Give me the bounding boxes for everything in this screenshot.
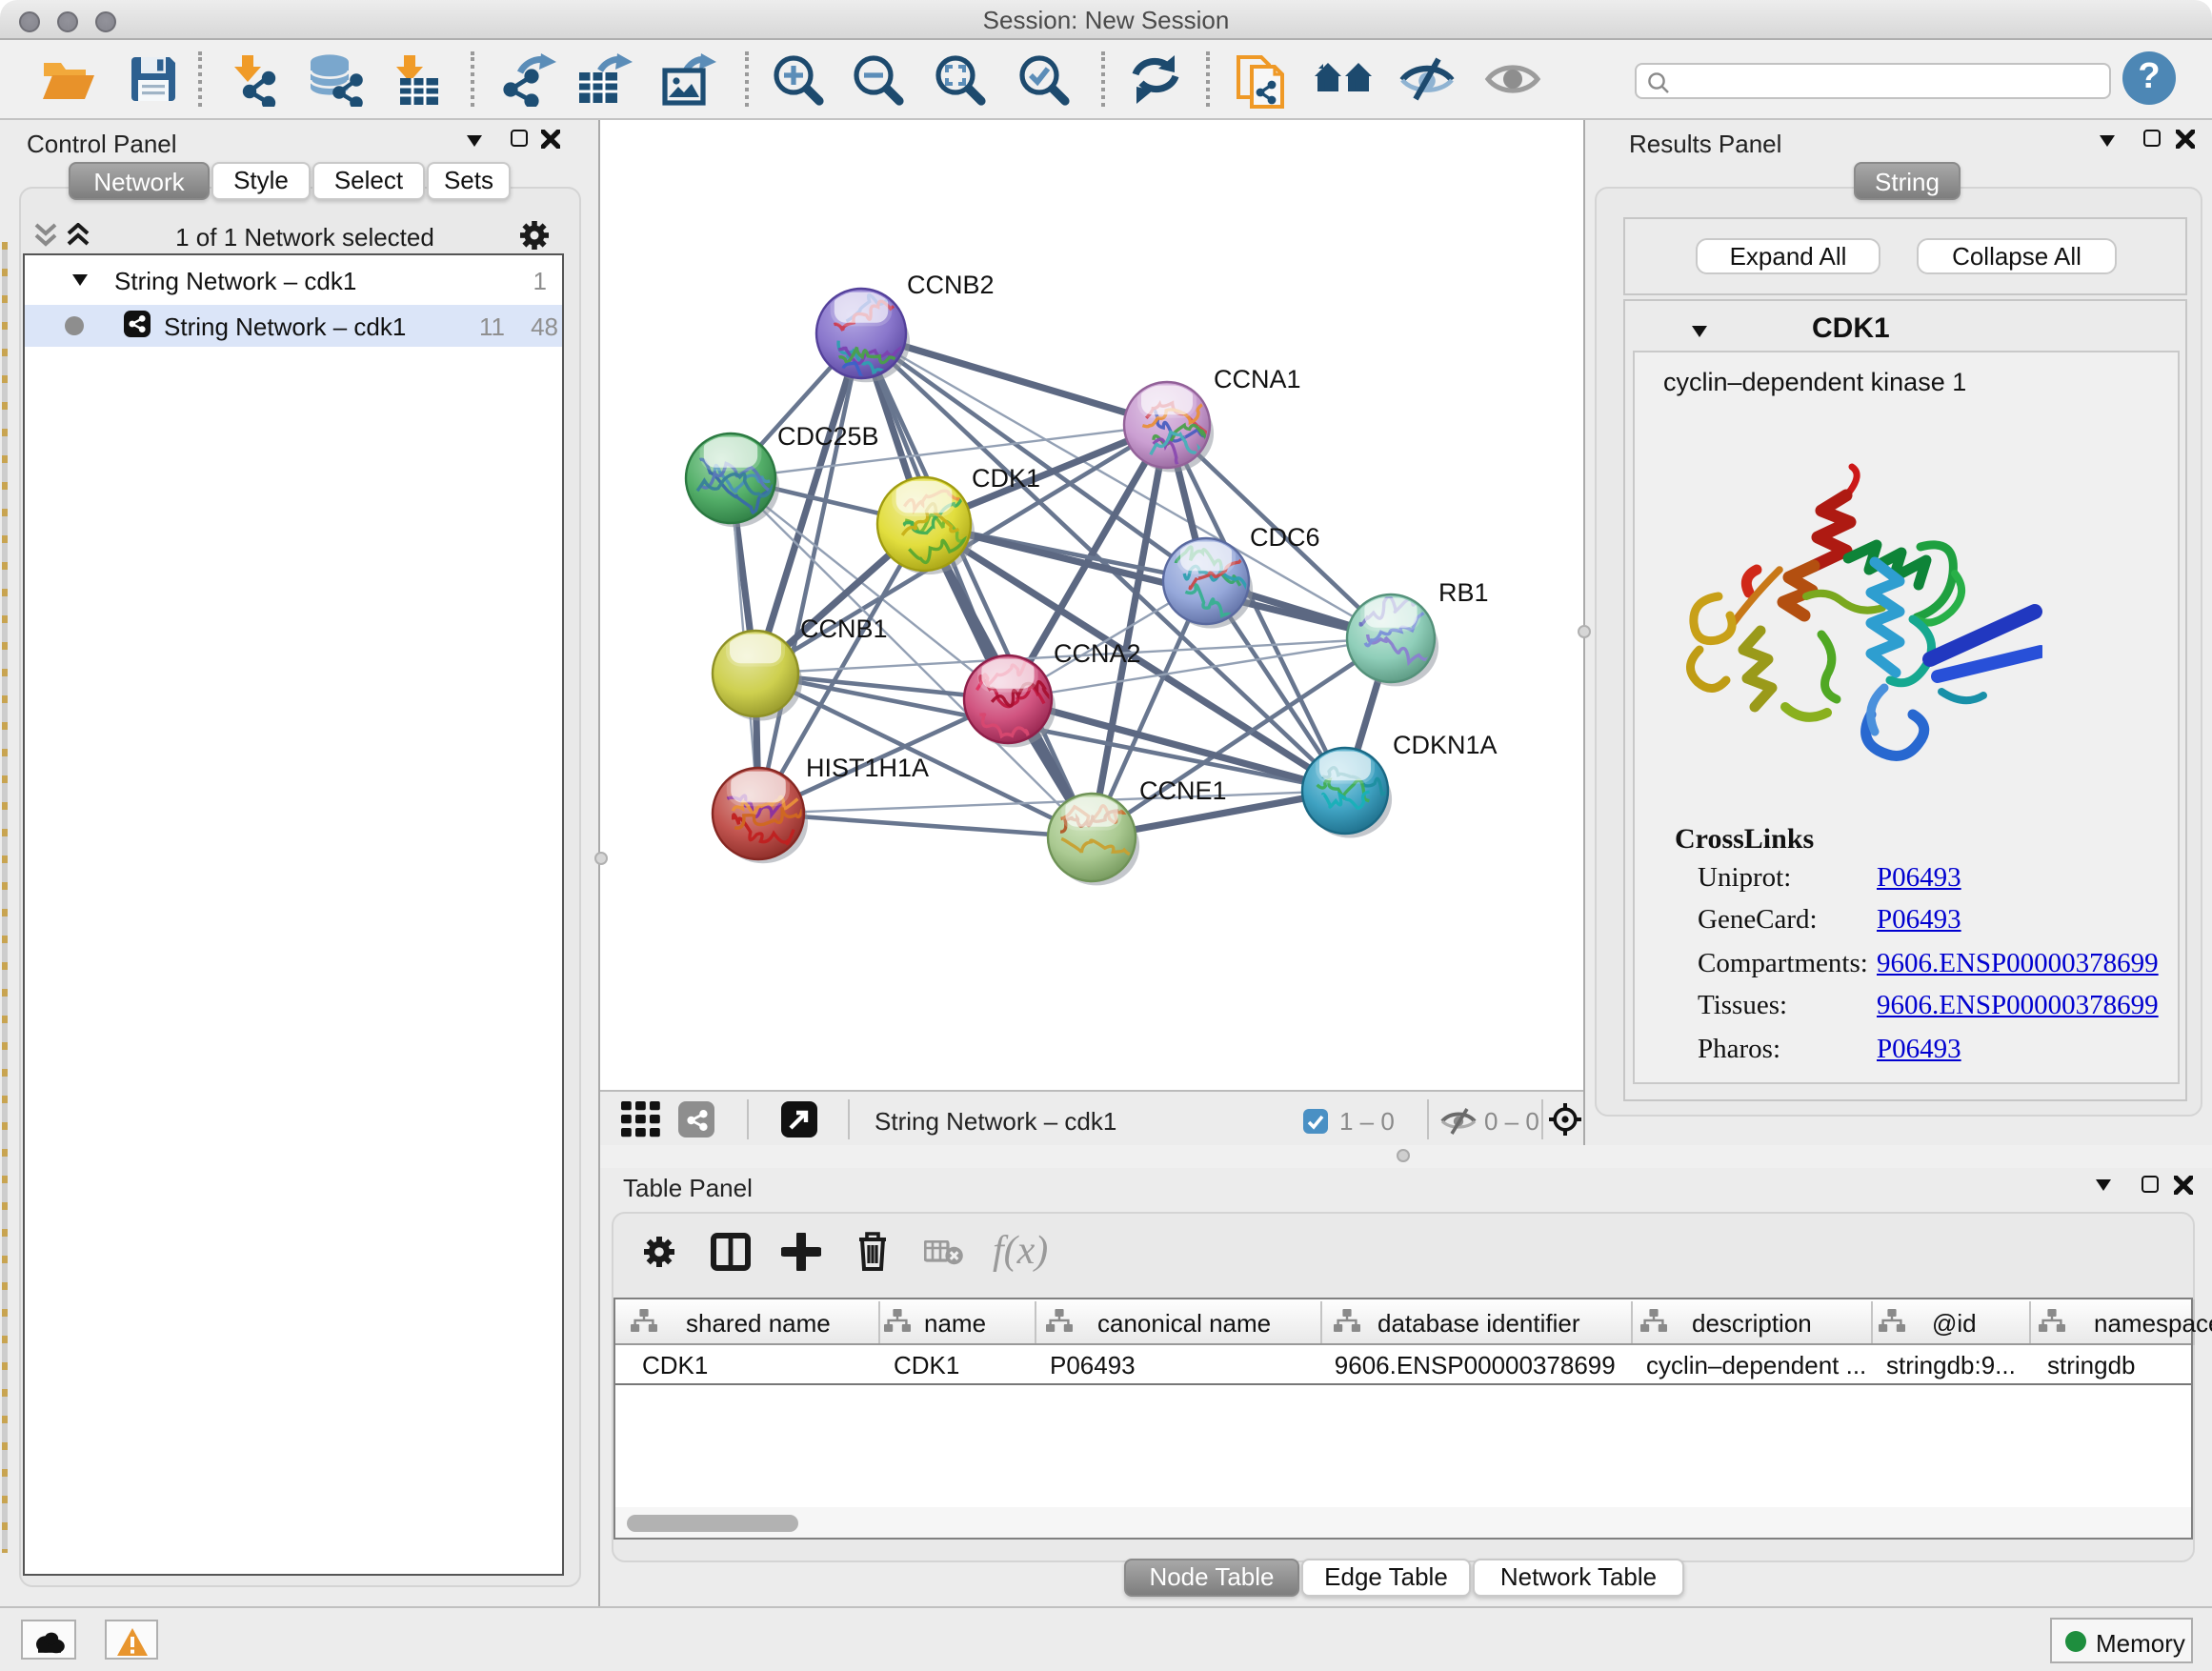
svg-text:CDKN1A: CDKN1A: [1393, 731, 1498, 759]
svg-text:CCNB1: CCNB1: [800, 614, 888, 643]
svg-text:CCNB2: CCNB2: [907, 271, 995, 299]
svg-text:CCNE1: CCNE1: [1139, 776, 1227, 805]
svg-text:HIST1H1A: HIST1H1A: [806, 754, 929, 782]
svg-text:CCNA1: CCNA1: [1214, 365, 1301, 393]
svg-text:CDC6: CDC6: [1250, 523, 1320, 552]
svg-text:CDC25B: CDC25B: [777, 422, 879, 451]
svg-text:CDK1: CDK1: [972, 464, 1040, 493]
svg-text:CCNA2: CCNA2: [1054, 639, 1141, 668]
svg-text:RB1: RB1: [1438, 578, 1489, 607]
